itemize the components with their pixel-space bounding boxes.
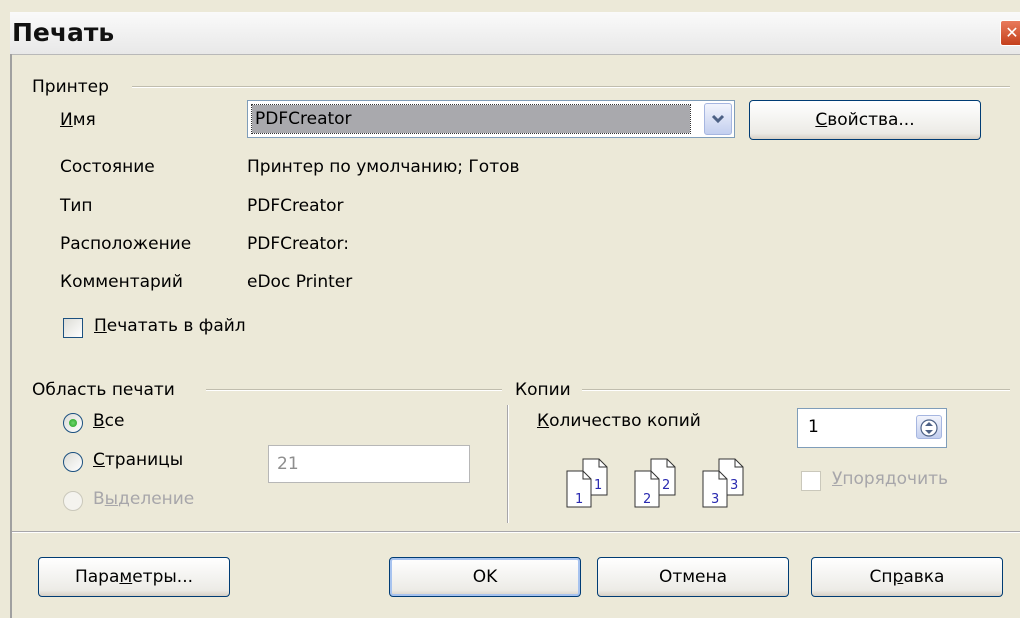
type-label: Тип bbox=[60, 196, 93, 216]
all-pages-radio[interactable] bbox=[63, 413, 83, 433]
printer-section-label: Принтер bbox=[32, 77, 109, 97]
options-button[interactable]: Параметры... bbox=[38, 557, 230, 597]
cancel-button[interactable]: Отмена bbox=[597, 557, 789, 597]
ok-button[interactable]: OK bbox=[389, 557, 581, 597]
printer-name-value: PDFCreator bbox=[251, 104, 691, 134]
copies-count-value: 1 bbox=[808, 417, 819, 437]
collate-number: 2 bbox=[662, 478, 670, 493]
print-to-file-label[interactable]: Печатать в файл bbox=[94, 316, 246, 336]
location-label: Расположение bbox=[60, 234, 192, 254]
status-label: Состояние bbox=[60, 157, 155, 177]
collate-number: 2 bbox=[643, 492, 651, 507]
collate-label: Упорядочить bbox=[832, 469, 949, 489]
copies-count-input[interactable]: 1 bbox=[797, 408, 947, 448]
chevron-down-icon[interactable] bbox=[704, 103, 732, 135]
status-value: Принтер по умолчанию; Готов bbox=[247, 157, 520, 177]
pages-radio[interactable] bbox=[63, 452, 83, 472]
pages-input[interactable]: 21 bbox=[268, 445, 470, 483]
collate-checkbox[interactable] bbox=[801, 471, 821, 491]
location-value: PDFCreator: bbox=[247, 234, 349, 254]
comment-label: Комментарий bbox=[60, 272, 183, 292]
print-to-file-checkbox[interactable] bbox=[63, 318, 83, 338]
copies-section-line bbox=[582, 389, 1010, 391]
close-icon[interactable]: ✕ bbox=[1000, 20, 1020, 46]
section-divider-vertical bbox=[507, 405, 509, 523]
copies-count-label: Количество копий bbox=[537, 411, 701, 431]
all-pages-label[interactable]: Все bbox=[93, 411, 124, 431]
collate-number: 3 bbox=[730, 478, 738, 493]
dialog-title: Печать bbox=[12, 18, 115, 47]
collate-pages-icon: 1 1 2 2 3 3 bbox=[565, 455, 765, 515]
copies-section-label: Копии bbox=[515, 380, 571, 400]
window-frame-left bbox=[10, 54, 12, 618]
collate-number: 3 bbox=[711, 492, 719, 507]
help-button[interactable]: Справка bbox=[811, 557, 1003, 597]
printer-name-label: Имя bbox=[60, 110, 96, 130]
type-value: PDFCreator bbox=[247, 196, 344, 216]
printer-name-select[interactable]: PDFCreator bbox=[247, 100, 735, 138]
collate-number: 1 bbox=[594, 478, 602, 493]
comment-value: eDoc Printer bbox=[247, 272, 353, 292]
print-range-section-label: Область печати bbox=[32, 380, 175, 400]
selection-label: Выделение bbox=[93, 489, 195, 509]
printer-section-line bbox=[132, 86, 1010, 88]
collate-number: 1 bbox=[575, 492, 583, 507]
radio-selected-dot bbox=[69, 419, 77, 427]
button-bar-separator bbox=[12, 531, 1020, 533]
title-bar: Печать ✕ bbox=[10, 12, 1020, 55]
selection-radio[interactable] bbox=[63, 491, 83, 511]
pages-label[interactable]: Страницы bbox=[93, 450, 183, 470]
print-range-section-line bbox=[206, 389, 502, 391]
properties-button[interactable]: Свойства... bbox=[749, 100, 981, 140]
spinner-icon[interactable] bbox=[916, 415, 942, 439]
